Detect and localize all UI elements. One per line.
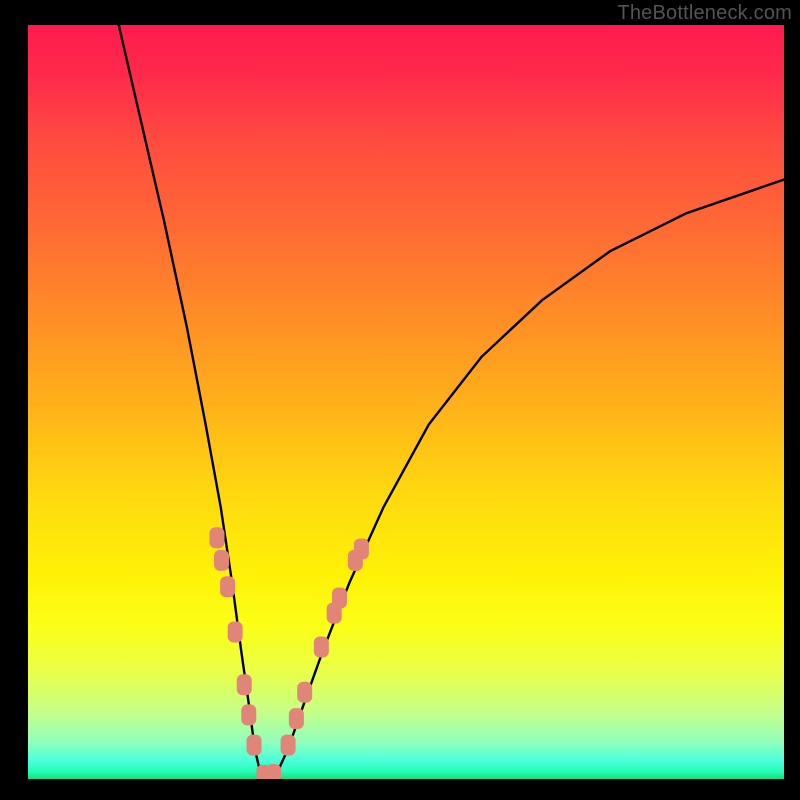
- curve-marker: [314, 637, 329, 658]
- curve-marker: [281, 735, 296, 756]
- curve-marker: [210, 527, 225, 548]
- watermark-text: TheBottleneck.com: [617, 2, 792, 25]
- curve-marker: [332, 588, 347, 609]
- chart-frame: TheBottleneck.com: [0, 0, 800, 800]
- chart-svg: [28, 25, 784, 779]
- curve-marker: [214, 550, 229, 571]
- plot-area: [28, 25, 784, 779]
- curve-marker: [289, 708, 304, 729]
- curve-marker: [247, 735, 262, 756]
- curve-marker: [241, 704, 256, 725]
- bottleneck-curve: [119, 25, 784, 779]
- curve-marker: [228, 621, 243, 642]
- curve-marker: [297, 682, 312, 703]
- curve-markers: [210, 527, 369, 779]
- curve-marker: [354, 539, 369, 560]
- curve-marker: [220, 576, 235, 597]
- curve-marker: [237, 674, 252, 695]
- curve-marker: [266, 764, 281, 779]
